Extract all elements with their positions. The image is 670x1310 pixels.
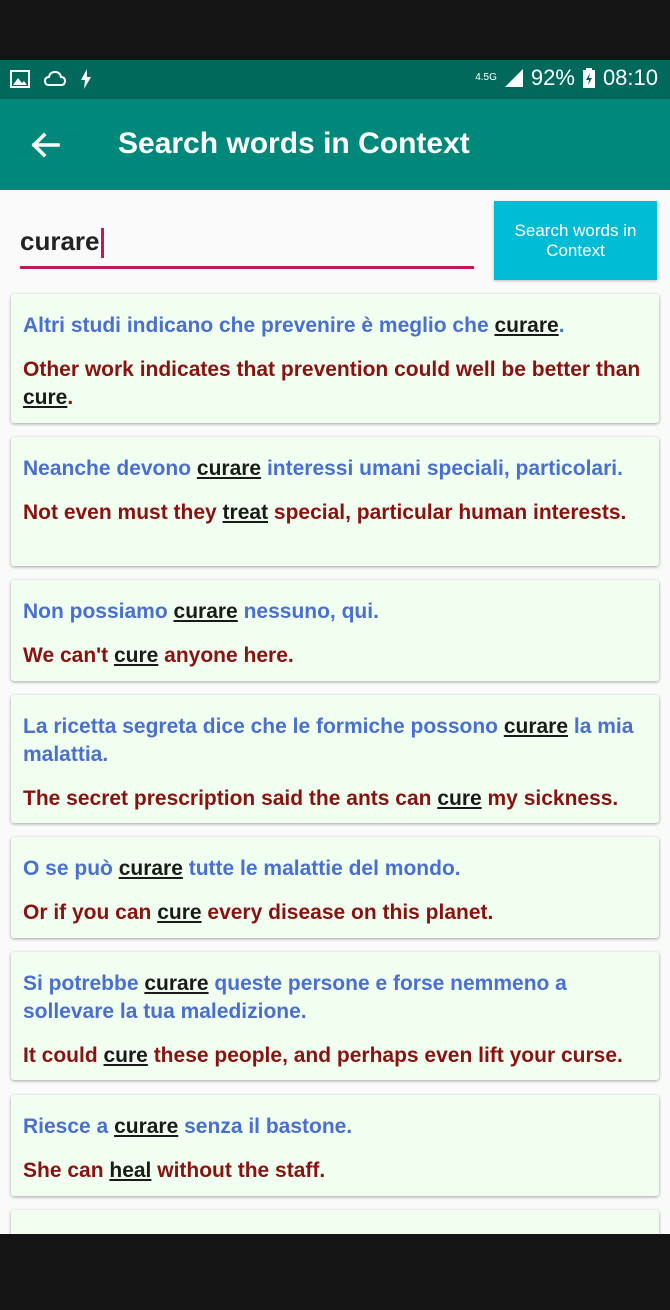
english-translation: Not even must they treat special, partic… xyxy=(23,501,627,524)
highlighted-keyword: curare xyxy=(503,715,569,738)
notification-icons xyxy=(10,69,92,89)
english-translation: The secret prescription said the ants ca… xyxy=(23,787,619,810)
highlighted-keyword: curare xyxy=(144,972,209,995)
search-input[interactable]: curare xyxy=(20,226,104,259)
network-type: 4.5G xyxy=(475,72,497,83)
result-card[interactable]: Si potrebbe curare queste persone e fors… xyxy=(11,952,659,1080)
english-translation: Other work indicates that prevention cou… xyxy=(23,358,641,409)
status-bar: 4.5G 92% 08:10 xyxy=(0,60,670,99)
search-button[interactable]: Search words in Context xyxy=(494,201,657,280)
signal-icon xyxy=(504,69,523,87)
result-card[interactable]: Neanche devono curare interessi umani sp… xyxy=(11,437,659,566)
image-notification-icon xyxy=(10,70,30,88)
search-field[interactable]: curare xyxy=(20,220,474,269)
italian-sentence: O se può curare tutte le malattie del mo… xyxy=(23,857,461,880)
italian-sentence: La ricetta segreta dice che le formiche … xyxy=(23,715,634,766)
main-content: curare Search words in Context Altri stu… xyxy=(0,190,670,1234)
result-card[interactable]: Altri studi indicano che prevenire è meg… xyxy=(11,294,659,423)
arrow-left-icon xyxy=(31,132,60,158)
back-button[interactable] xyxy=(28,127,64,163)
status-right: 4.5G 92% 08:10 xyxy=(475,65,658,91)
english-translation: It could cure these people, and perhaps … xyxy=(23,1044,623,1067)
italian-sentence: Non possiamo curare nessuno, qui. xyxy=(23,600,379,623)
italian-sentence: Riesce a curare senza il bastone. xyxy=(23,1115,353,1138)
italian-sentence: Si potrebbe curare queste persone e fors… xyxy=(23,972,567,1023)
result-card[interactable]: Riesce a curare senza il bastone. She ca… xyxy=(11,1095,659,1196)
highlighted-translation: cure xyxy=(437,787,482,810)
highlighted-keyword: curare xyxy=(114,1115,179,1138)
text-cursor xyxy=(100,228,104,259)
english-translation: We can't cure anyone here. xyxy=(23,644,294,667)
english-translation: Or if you can cure every disease on this… xyxy=(23,901,494,924)
battery-percent: 92% xyxy=(530,65,575,90)
result-card[interactable]: Non possiamo curare nessuno, qui. We can… xyxy=(11,580,659,681)
highlighted-translation: heal xyxy=(109,1159,152,1182)
italian-sentence: Altri studi indicano che prevenire è meg… xyxy=(23,314,565,337)
highlighted-keyword: curare xyxy=(118,857,183,880)
highlighted-keyword: curare xyxy=(494,314,559,337)
highlighted-translation: cure xyxy=(157,901,202,924)
highlighted-translation: cure xyxy=(23,386,68,409)
top-black-area xyxy=(0,0,670,60)
result-card[interactable]: O se può curare tutte le malattie del mo… xyxy=(11,837,659,938)
italian-sentence: Neanche devono curare interessi umani sp… xyxy=(23,457,623,480)
clock: 08:10 xyxy=(602,65,658,90)
charging-bolt-icon xyxy=(81,69,91,89)
cloud-notification-icon xyxy=(44,70,66,86)
bottom-black-area xyxy=(0,1234,670,1310)
highlighted-keyword: curare xyxy=(196,457,262,480)
result-card-partial[interactable] xyxy=(11,1210,659,1234)
result-card[interactable]: La ricetta segreta dice che le formiche … xyxy=(11,695,659,823)
highlighted-translation: treat xyxy=(222,501,269,524)
app-bar: Search words in Context xyxy=(0,99,670,190)
highlighted-translation: cure xyxy=(113,644,159,667)
highlighted-keyword: curare xyxy=(173,600,238,623)
highlighted-translation: cure xyxy=(103,1044,148,1067)
page-title: Search words in Context xyxy=(118,127,470,160)
search-input-value: curare xyxy=(20,226,100,256)
english-translation: She can heal without the staff. xyxy=(23,1159,326,1182)
battery-icon xyxy=(582,68,595,88)
